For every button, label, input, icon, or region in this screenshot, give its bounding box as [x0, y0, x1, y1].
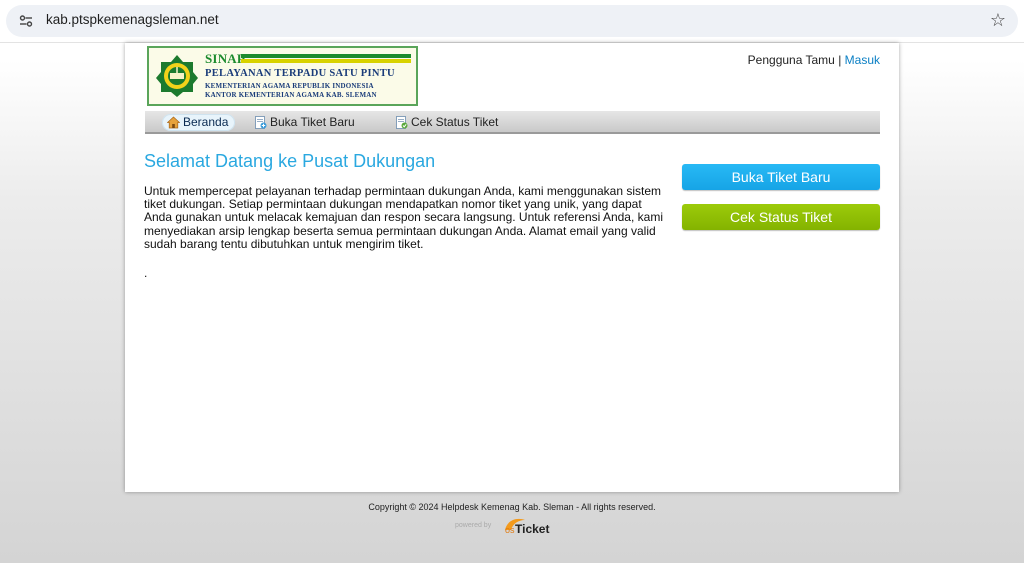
page-title: Selamat Datang ke Pusat Dukungan — [144, 151, 436, 171]
user-info: Pengguna Tamu | Masuk — [748, 53, 880, 67]
content-dot: . — [144, 266, 148, 280]
guest-user-label: Pengguna Tamu — [747, 53, 835, 67]
nav-item-check-status[interactable]: Cek Status Tiket — [390, 114, 505, 131]
address-bar[interactable]: kab.ptspkemenagsleman.net ☆ — [6, 5, 1018, 37]
logo-green-band — [241, 54, 411, 58]
logo-yellow-band — [241, 59, 411, 63]
logo-line-3: KANTOR KEMENTERIAN AGAMA KAB. SLEMAN — [205, 91, 377, 99]
welcome-text: Untuk mempercepat pelayanan terhadap per… — [144, 184, 663, 251]
new-ticket-icon — [255, 116, 267, 129]
powered-by-label: powered by — [455, 522, 492, 529]
site-logo[interactable]: SINAR PELAYANAN TERPADU SATU PINTU KEMEN… — [147, 46, 418, 106]
url-text[interactable]: kab.ptspkemenagsleman.net — [46, 12, 219, 27]
home-icon — [167, 116, 180, 129]
main-nav: Beranda Buka Tiket Baru Cek Status Tiket — [145, 111, 880, 134]
check-ticket-status-button[interactable]: Cek Status Tiket — [682, 204, 880, 230]
browser-toolbar: kab.ptspkemenagsleman.net ☆ — [0, 0, 1024, 43]
nav-item-new-ticket[interactable]: Buka Tiket Baru — [249, 114, 362, 131]
svg-text:os: os — [505, 525, 515, 535]
open-new-ticket-button[interactable]: Buka Tiket Baru — [682, 164, 880, 190]
logo-line-2: KEMENTERIAN AGAMA REPUBLIK INDONESIA — [205, 82, 374, 90]
footer-copyright: Copyright © 2024 Helpdesk Kemenag Kab. S… — [368, 502, 656, 512]
site-info-icon[interactable] — [19, 14, 33, 28]
logo-line-1: PELAYANAN TERPADU SATU PINTU — [205, 68, 395, 79]
login-link[interactable]: Masuk — [845, 53, 880, 67]
ticket-status-icon — [396, 116, 408, 129]
nav-item-home[interactable]: Beranda — [162, 114, 236, 131]
user-separator: | — [834, 53, 845, 67]
bookmark-star-icon[interactable]: ☆ — [990, 10, 1006, 30]
nav-item-label: Buka Tiket Baru — [270, 115, 355, 129]
kemenag-emblem-icon — [156, 55, 198, 97]
nav-item-label: Beranda — [183, 115, 229, 129]
osticket-logo-icon: os Ticket — [505, 518, 549, 536]
page-container: SINAR PELAYANAN TERPADU SATU PINTU KEMEN… — [125, 43, 899, 492]
nav-item-label: Cek Status Tiket — [411, 115, 499, 129]
svg-text:Ticket: Ticket — [515, 522, 549, 536]
